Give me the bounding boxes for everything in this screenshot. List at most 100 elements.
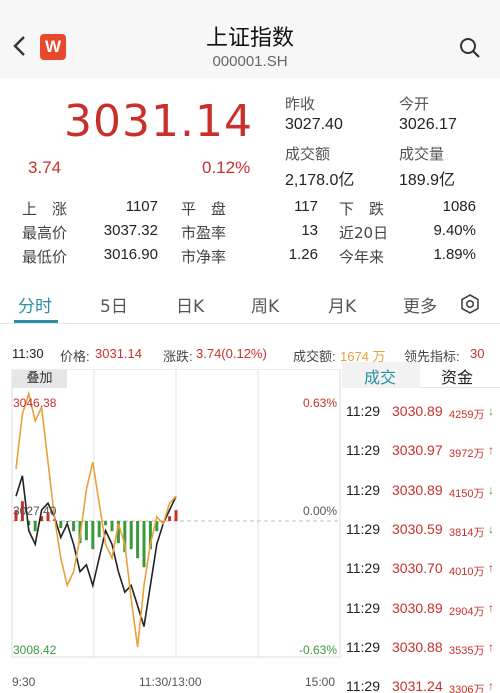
trade-row: 11:29 3030.89 4259万 ↓ [346, 401, 500, 421]
stat-ytd-label: 今年来 [339, 248, 385, 266]
trade-row: 11:29 3031.24 3306万 ↑ [346, 676, 500, 693]
trade-dir: ↑ [488, 600, 494, 615]
stat-low-label: 最低价 [22, 248, 68, 266]
tab-more[interactable]: 更多 [403, 292, 437, 317]
tab-daily-k[interactable]: 日K [176, 292, 204, 317]
trade-dir: ↓ [488, 521, 494, 536]
info-change-label: 涨跌: [163, 349, 193, 364]
trade-tabs: 成交 资金 [342, 362, 500, 388]
trade-time: 11:29 [346, 638, 380, 655]
info-volume-label: 成交额: [293, 349, 336, 364]
diff-bar-down [97, 521, 101, 538]
active-tab-indicator [14, 320, 58, 323]
trade-price: 3030.97 [392, 442, 443, 459]
stat-advancers-value: 1107 [125, 198, 158, 215]
prev-close-value: 3027.40 [285, 116, 343, 133]
trade-time: 11:29 [346, 481, 380, 498]
stat-high-value: 3037.32 [103, 222, 158, 239]
trade-time: 11:29 [346, 403, 380, 419]
intraday-chart[interactable]: 3046.38 3027.40 3008.42 0.63% 0.00% -0.63% [10, 369, 342, 659]
y-axis-mid: 3027.40 [13, 504, 57, 518]
stat-unchanged-label: 平 盘 [181, 200, 227, 218]
open-label: 今开 [399, 95, 430, 113]
price-change-percent: 0.12% [202, 158, 251, 177]
info-time: 11:30 [12, 346, 44, 361]
open-value: 3026.17 [399, 116, 457, 133]
stat-ytd-value: 1.89% [433, 246, 476, 263]
trade-price: 3030.89 [392, 599, 443, 616]
trade-dir: ↓ [488, 482, 494, 497]
tab-intraday[interactable]: 分时 [18, 292, 52, 317]
trade-row: 11:29 3030.88 3535万 ↑ [346, 637, 500, 657]
pct-axis-bottom: -0.63% [299, 643, 337, 657]
current-price: 3031.14 [64, 96, 253, 147]
diff-bar-down [129, 521, 133, 550]
trade-price: 3030.59 [392, 520, 443, 537]
trade-row: 11:29 3030.59 3814万 ↓ [346, 519, 500, 539]
stat-low-value: 3016.90 [103, 246, 158, 263]
stat-unchanged-value: 117 [294, 198, 318, 215]
trade-row: 11:29 3030.89 2904万 ↑ [346, 598, 500, 618]
tab-weekly-k[interactable]: 周K [251, 292, 279, 317]
app-header: W 上证指数 000001.SH [0, 0, 500, 78]
trade-time: 11:29 [346, 678, 380, 693]
diff-bar-down [142, 521, 146, 568]
chart-tabs: 分时 5日 日K 周K 月K 更多 [0, 284, 500, 324]
tab-monthly-k[interactable]: 月K [328, 292, 356, 317]
trade-vol: 4010万 [449, 566, 485, 579]
tab-trades[interactable]: 成交 [364, 364, 396, 388]
trade-row: 11:29 3030.89 4150万 ↓ [346, 480, 500, 500]
stat-20d-value: 9.40% [433, 222, 476, 239]
x-axis-mid: 11:30/13:00 [139, 675, 202, 689]
settings-icon[interactable] [460, 294, 480, 314]
stat-decliners-label: 下 跌 [339, 200, 385, 218]
trade-vol: 3306万 [449, 684, 485, 693]
search-icon[interactable] [458, 36, 482, 60]
trade-price: 3031.24 [392, 678, 443, 693]
diff-bar-up [168, 516, 172, 521]
x-axis-start: 9:30 [12, 675, 36, 689]
pct-axis-top: 0.63% [303, 396, 337, 410]
stat-pb-label: 市净率 [181, 248, 227, 266]
trade-vol: 3972万 [449, 448, 485, 461]
stat-pb-value: 1.26 [288, 246, 318, 263]
page-title: 上证指数 [205, 26, 294, 51]
stat-pe-label: 市盈率 [181, 224, 227, 242]
tab-capital[interactable]: 资金 [441, 364, 473, 388]
diff-bar-down [110, 521, 114, 532]
stat-decliners-value: 1086 [442, 198, 476, 215]
diff-bar-down [84, 521, 88, 541]
diff-bar-down [59, 521, 63, 529]
trade-time: 11:29 [346, 599, 380, 616]
diff-bar-down [91, 521, 95, 550]
info-price: 3031.14 [95, 346, 142, 361]
trade-price: 3030.70 [392, 560, 443, 577]
stat-pe-value: 13 [301, 222, 318, 239]
trade-price: 3030.88 [392, 638, 443, 655]
trade-vol: 4150万 [449, 487, 485, 500]
diff-bar-down [136, 521, 140, 559]
pct-axis-mid: 0.00% [303, 504, 337, 518]
trade-vol: 4259万 [449, 409, 485, 421]
diff-bar-up [174, 510, 178, 521]
trade-dir: ↑ [488, 679, 494, 693]
trade-row: 11:29 3030.97 3972万 ↑ [346, 440, 500, 460]
trade-time: 11:29 [346, 520, 380, 537]
info-change: 3.74(0.12%) [196, 346, 267, 361]
trade-row: 11:29 3030.70 4010万 ↑ [346, 558, 500, 578]
tab-5day[interactable]: 5日 [100, 292, 128, 317]
chart-info-bar: 11:30 价格: 3031.14 涨跌: 3.74(0.12%) 成交额: 1… [0, 344, 500, 364]
volume-label: 成交量 [399, 145, 445, 163]
trade-vol: 3814万 [449, 526, 485, 539]
stat-advancers-label: 上 涨 [22, 200, 68, 218]
prev-close-label: 昨收 [285, 95, 316, 113]
trade-dir: ↑ [488, 443, 494, 458]
info-price-label: 价格: [60, 349, 90, 364]
info-leader: 30 [470, 346, 485, 361]
diff-bar-down [33, 521, 37, 532]
x-axis-end: 15:00 [305, 675, 336, 689]
trade-time: 11:29 [346, 442, 380, 459]
stat-high-label: 最高价 [22, 224, 68, 242]
price-line [15, 475, 177, 627]
overlay-button[interactable]: 叠加 [12, 370, 67, 388]
